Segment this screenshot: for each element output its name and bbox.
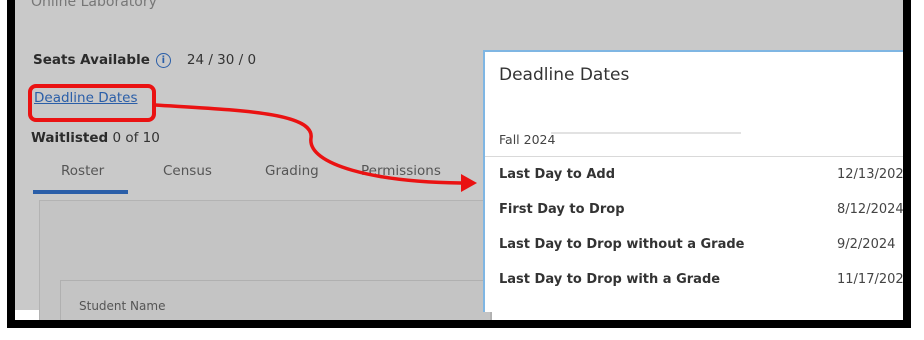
popup-divider [485, 156, 903, 157]
deadline-row-date: 8/12/2024 [837, 202, 904, 217]
redacted-term-detail [551, 132, 741, 134]
deadline-row-date: 9/2/2024 [837, 237, 896, 252]
deadline-row-date: 11/17/2024 [837, 272, 911, 287]
deadline-row-label: Last Day to Drop with a Grade [499, 272, 721, 287]
popup-title: Deadline Dates [499, 65, 630, 85]
screenshot-frame: Online Laboratory Seats Available i 24 /… [7, 0, 911, 328]
deadline-row-label: First Day to Drop [499, 202, 625, 217]
deadline-dates-popup: Deadline Dates Fall 2024 Last Day to Add… [483, 50, 911, 312]
deadline-row-label: Last Day to Add [499, 167, 616, 182]
term-label: Fall 2024 [499, 132, 556, 147]
deadline-row-label: Last Day to Drop without a Grade [499, 237, 745, 252]
deadline-row-date: 12/13/2024 [837, 167, 911, 182]
